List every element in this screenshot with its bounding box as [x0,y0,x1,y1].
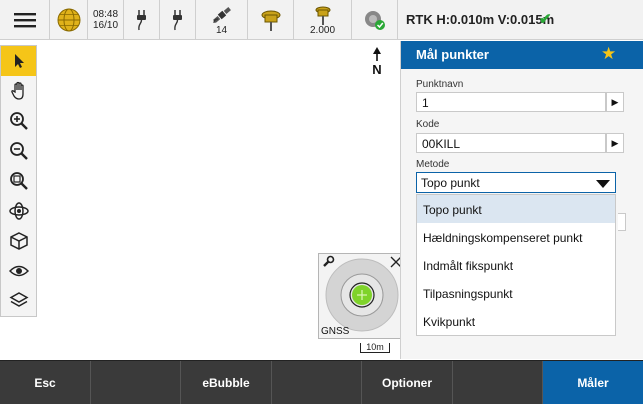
code-list-button[interactable]: ▶ [606,133,624,153]
measure-button[interactable]: Måler [543,361,643,404]
view-3d-tool[interactable] [1,226,36,256]
measure-points-panel: Mål punkter ★ Punktnavn 1 ▶ Kode 00KILL … [400,41,643,359]
zoom-in-icon [9,112,28,130]
power-plug-icon [172,10,182,31]
method-dropdown-list: Topo punkt Hældningskompenseret punkt In… [416,194,616,336]
scale-label: 10m [366,342,384,352]
rtk-precision-text[interactable]: RTK H:0.010m V:0.015m [406,12,554,27]
status-bar: 08:48 16/10 14 2.000 RTK H:0.010m V:0.01… [0,0,643,40]
caret-right-icon: ▶ [611,96,619,107]
method-option[interactable]: Indmålt fikspunkt [417,251,615,279]
pan-tool[interactable] [1,76,36,106]
code-label: Kode [416,119,440,130]
gnss-antenna-icon [315,6,330,25]
gnss-label: GNSS [321,326,350,337]
point-name-field[interactable]: 1 [416,92,606,112]
method-select[interactable]: Topo punkt [416,172,616,193]
options-button[interactable]: Optioner [362,361,453,404]
north-label: N [372,62,381,76]
radio-connected-icon [364,11,385,30]
menu-button[interactable] [0,0,50,40]
globe-icon [57,8,80,32]
ebubble-button[interactable]: eBubble [181,361,272,404]
code-field[interactable]: 00KILL [416,133,606,153]
empty-softkey-3[interactable] [453,361,543,404]
map-toolbar [0,45,37,317]
point-name-label: Punktnavn [416,79,464,90]
zoom-out-tool[interactable] [1,136,36,166]
panel-header: Mål punkter ★ [401,41,643,69]
satellites-button[interactable]: 14 [196,0,248,40]
battery-1[interactable] [124,0,160,40]
layers-tool[interactable] [1,286,36,316]
hand-icon [10,81,24,100]
antenna-height-button[interactable]: 2.000 [294,0,352,40]
satellite-icon [212,6,231,23]
north-arrow: N [367,46,387,77]
orbit-icon [8,202,29,220]
app-root: 08:48 16/10 14 2.000 RTK H:0.010m V:0.01… [0,0,643,404]
zoom-in-tool[interactable] [1,106,36,136]
wrench-icon[interactable] [321,255,335,269]
scale-bar: 10m [360,343,390,353]
satellite-count: 14 [215,24,228,36]
gnss-bubble-window[interactable]: GNSS [318,253,404,339]
zoom-out-icon [9,142,28,160]
receiver-button[interactable] [248,0,294,40]
gnss-receiver-icon [261,10,280,31]
zoom-extents-tool[interactable] [1,166,36,196]
hidden-field-edge [618,213,626,231]
cursor-arrow-icon [14,54,24,68]
time-text: 08:48 [92,9,119,20]
point-name-next-button[interactable]: ▶ [606,92,624,112]
esc-button[interactable]: Esc [0,361,91,404]
method-label: Metode [416,159,450,170]
bottom-action-bar: Esc eBubble Optioner Måler [0,360,643,404]
method-option[interactable]: Topo punkt [417,195,615,223]
check-icon: ✔ [539,11,552,28]
zoom-extents-icon [9,172,28,190]
north-arrow-icon: N [372,47,382,77]
method-selected-value: Topo punkt [421,176,480,190]
caret-right-icon: ▶ [611,137,619,148]
chevron-down-icon [596,180,610,188]
visibility-tool[interactable] [1,256,36,286]
method-option[interactable]: Tilpasningspunkt [417,279,615,307]
orbit-tool[interactable] [1,196,36,226]
job-button[interactable] [50,0,88,40]
battery-2[interactable] [160,0,196,40]
cube-icon [9,232,28,250]
favorite-star-icon[interactable]: ★ [601,44,616,64]
method-option[interactable]: Hældningskompenseret punkt [417,223,615,251]
clock-display[interactable]: 08:48 16/10 [88,0,124,40]
power-plug-icon [136,10,146,31]
date-text: 16/10 [92,20,119,31]
layers-icon [8,292,29,307]
empty-softkey-1[interactable] [91,361,181,404]
select-tool[interactable] [1,46,36,76]
panel-title: Mål punkter [416,47,489,62]
eye-icon [8,265,29,277]
method-option[interactable]: Kvikpunkt [417,307,615,335]
antenna-height-text: 2.000 [309,24,336,36]
radio-status-button[interactable] [352,0,398,40]
hamburger-icon [13,13,36,28]
empty-softkey-2[interactable] [272,361,362,404]
